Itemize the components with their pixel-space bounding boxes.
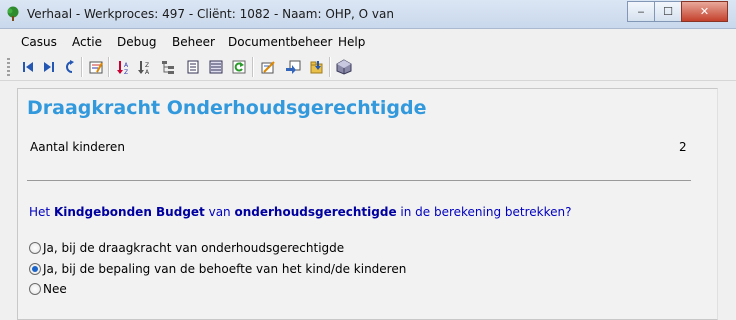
question-term-budget: Kindgebonden Budget — [53, 205, 205, 219]
svg-text:A: A — [124, 62, 129, 69]
question-suffix: in de berekening betrekken? — [396, 205, 572, 219]
menu-documentbeheer[interactable]: Documentbeheer — [228, 35, 332, 49]
note-send-icon[interactable] — [285, 59, 301, 75]
question-prefix: Het — [29, 205, 54, 219]
sort-za-icon[interactable]: ZA — [137, 59, 153, 75]
toolbar-separator — [252, 57, 254, 77]
svg-text:A: A — [145, 69, 150, 75]
toolbar-separator — [81, 57, 83, 77]
divider — [27, 180, 691, 181]
radio-label: Ja, bij de draagkracht van onderhoudsger… — [43, 241, 345, 255]
question-term-party: onderhoudsgerechtigde — [234, 205, 397, 219]
radio-option-nee[interactable]: Nee — [29, 282, 67, 296]
menu-actie[interactable]: Actie — [72, 35, 102, 49]
toolbar: AZ ZA — [0, 54, 736, 81]
menu-help[interactable]: Help — [338, 35, 365, 49]
radio-dot — [32, 266, 38, 272]
menu-casus[interactable]: Casus — [21, 35, 57, 49]
toolbar-separator — [329, 57, 331, 77]
reload-icon[interactable] — [231, 59, 247, 75]
folder-arrow-icon[interactable] — [309, 59, 325, 75]
maximize-button[interactable]: ☐ — [654, 1, 682, 22]
edit-form-icon[interactable] — [88, 59, 104, 75]
radio-label: Nee — [43, 282, 67, 296]
menu-debug[interactable]: Debug — [117, 35, 156, 49]
radio-option-behoefte[interactable]: Ja, bij de bepaling van de behoefte van … — [29, 262, 406, 276]
title-bar: Verhaal - Werkproces: 497 - Cliënt: 1082… — [0, 0, 736, 29]
page-title: Draagkracht Onderhoudsgerechtigde — [27, 97, 427, 119]
menu-beheer[interactable]: Beheer — [172, 35, 215, 49]
toolbar-separator — [108, 57, 110, 77]
question-middle: van — [204, 205, 235, 219]
radio-button-selected[interactable] — [29, 263, 41, 275]
tree-app-icon — [5, 6, 21, 22]
last-record-icon[interactable] — [41, 59, 57, 75]
note-edit-icon[interactable] — [260, 59, 276, 75]
minimize-button[interactable]: ‒ — [627, 1, 655, 22]
document-icon[interactable] — [185, 59, 201, 75]
radio-button[interactable] — [29, 283, 41, 295]
radio-label: Ja, bij de bepaling van de behoefte van … — [43, 262, 407, 276]
children-count-label: Aantal kinderen — [30, 140, 125, 154]
list-icon[interactable] — [208, 59, 224, 75]
children-count-value: 2 — [679, 140, 687, 154]
toolbar-grip[interactable] — [7, 58, 10, 76]
radio-option-draagkracht[interactable]: Ja, bij de draagkracht van onderhoudsger… — [29, 241, 344, 255]
refresh-arrow-icon[interactable] — [62, 59, 78, 75]
svg-text:Z: Z — [145, 62, 149, 69]
close-button[interactable]: ✕ — [681, 1, 728, 22]
menu-bar: Casus Actie Debug Beheer Documentbeheer … — [0, 30, 736, 52]
first-record-icon[interactable] — [20, 59, 36, 75]
svg-text:Z: Z — [124, 69, 128, 75]
window-title: Verhaal - Werkproces: 497 - Cliënt: 1082… — [27, 7, 394, 21]
content-panel — [17, 88, 718, 320]
tree-structure-icon[interactable] — [160, 59, 176, 75]
sort-az-icon[interactable]: AZ — [116, 59, 132, 75]
radio-button[interactable] — [29, 242, 41, 254]
question-text: Het Kindgebonden Budget van onderhoudsge… — [29, 205, 572, 219]
package-icon[interactable] — [336, 59, 352, 75]
